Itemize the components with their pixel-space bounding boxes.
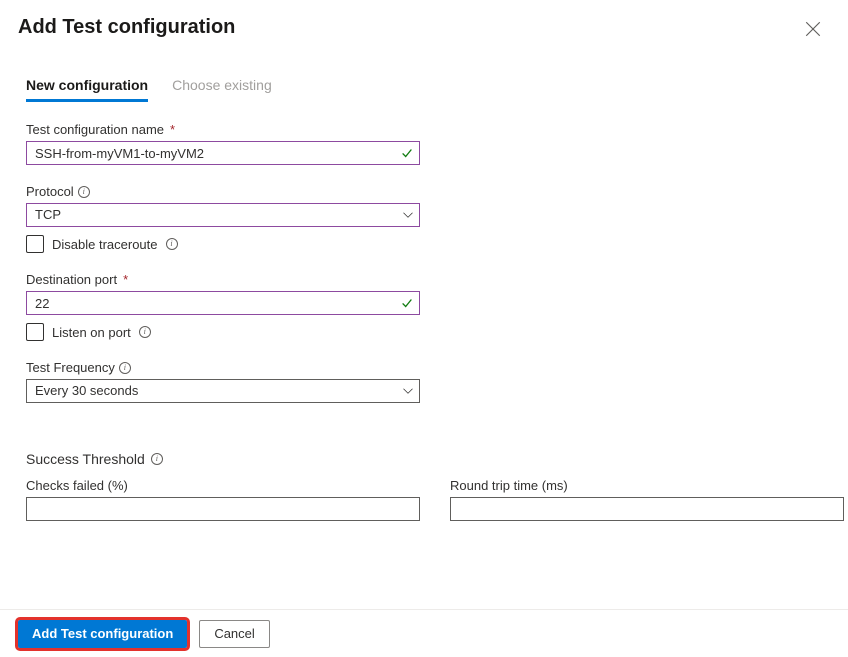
protocol-label: Protocol i <box>26 184 90 199</box>
info-icon[interactable]: i <box>78 186 90 198</box>
info-icon[interactable]: i <box>139 326 151 338</box>
name-label: Test configuration name* <box>26 122 175 137</box>
listen-on-port-checkbox[interactable] <box>26 323 44 341</box>
protocol-select[interactable]: TCP <box>26 203 420 227</box>
tabs: New configuration Choose existing <box>18 77 824 103</box>
frequency-select[interactable]: Every 30 seconds <box>26 379 420 403</box>
dest-port-label: Destination port* <box>26 272 128 287</box>
frequency-label: Test Frequency i <box>26 360 131 375</box>
required-indicator: * <box>170 122 175 137</box>
rtt-input[interactable] <box>450 497 844 521</box>
info-icon[interactable]: i <box>166 238 178 250</box>
disable-traceroute-label: Disable traceroute <box>52 237 158 252</box>
add-test-configuration-button[interactable]: Add Test configuration <box>18 620 187 648</box>
listen-on-port-label: Listen on port <box>52 325 131 340</box>
success-threshold-label: Success Threshold i <box>26 451 824 467</box>
info-icon[interactable]: i <box>151 453 163 465</box>
checks-failed-input[interactable] <box>26 497 420 521</box>
checks-failed-label: Checks failed (%) <box>26 478 128 493</box>
tab-choose-existing[interactable]: Choose existing <box>172 77 272 102</box>
required-indicator: * <box>123 272 128 287</box>
tab-new-configuration[interactable]: New configuration <box>26 77 148 102</box>
dest-port-input[interactable] <box>26 291 420 315</box>
info-icon[interactable]: i <box>119 362 131 374</box>
name-input[interactable] <box>26 141 420 165</box>
close-icon[interactable] <box>804 20 822 38</box>
cancel-button[interactable]: Cancel <box>199 620 269 648</box>
rtt-label: Round trip time (ms) <box>450 478 568 493</box>
disable-traceroute-checkbox[interactable] <box>26 235 44 253</box>
page-title: Add Test configuration <box>18 16 235 39</box>
